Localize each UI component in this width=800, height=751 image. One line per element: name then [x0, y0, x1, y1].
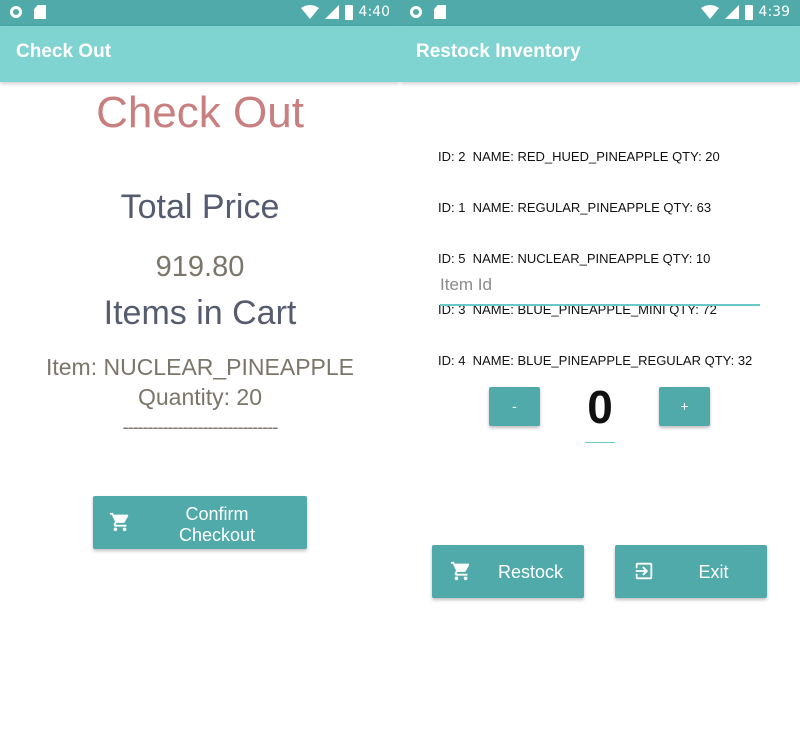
- app-bar-title: Restock Inventory: [416, 41, 581, 62]
- battery-icon: [744, 4, 753, 20]
- restock-label: Restock: [497, 562, 564, 582]
- checkout-screen: 4:40 Check Out Check Out Total Price 919…: [0, 0, 400, 751]
- exit-button[interactable]: Exit: [615, 545, 767, 598]
- items-in-cart-label: Items in Cart: [103, 294, 297, 332]
- inventory-item: ID: 2 NAME: RED_HUED_PINEAPPLE QTY: 20: [438, 149, 720, 164]
- status-bar: 4:39: [400, 0, 800, 26]
- cart-icon: [450, 561, 470, 581]
- app-bar: Restock Inventory: [400, 26, 800, 82]
- item-id-input[interactable]: [440, 266, 760, 306]
- cart-item-quantity: Quantity: 20: [137, 384, 263, 410]
- increment-label: +: [680, 398, 689, 414]
- inventory-item: ID: 4 NAME: BLUE_PINEAPPLE_REGULAR QTY: …: [438, 353, 753, 368]
- confirm-checkout-button[interactable]: Confirm Checkout: [93, 496, 307, 549]
- increment-button[interactable]: +: [659, 387, 710, 426]
- page-title: Check Out: [96, 88, 304, 137]
- inventory-item: ID: 5 NAME: NUCLEAR_PINEAPPLE QTY: 10: [438, 251, 711, 266]
- decrement-button[interactable]: -: [489, 387, 540, 426]
- signal-icon: [724, 5, 739, 19]
- cart-divider: -------------------------------: [122, 417, 279, 437]
- exit-icon: [635, 562, 653, 580]
- status-time: 4:40: [358, 4, 390, 20]
- app-bar: Check Out: [0, 26, 400, 82]
- status-time: 4:39: [758, 4, 790, 20]
- inventory-item: ID: 1 NAME: REGULAR_PINEAPPLE QTY: 63: [438, 200, 712, 215]
- total-price-value: 919.80: [155, 251, 245, 283]
- cart-item-name: Item: NUCLEAR_PINEAPPLE: [45, 354, 355, 380]
- total-price-label: Total Price: [120, 188, 280, 226]
- confirm-label-line1: Confirm: [185, 504, 249, 524]
- quantity-underline: [585, 442, 615, 443]
- notification-circle-icon: [410, 6, 422, 18]
- battery-icon: [344, 4, 353, 20]
- restock-screen: 4:39 Restock Inventory ID: 2 NAME: RED_H…: [400, 0, 800, 751]
- cart-icon: [109, 512, 129, 532]
- restock-button[interactable]: Restock: [432, 545, 584, 598]
- quantity-value[interactable]: 0: [570, 380, 630, 434]
- inventory-list: ID: 2 NAME: RED_HUED_PINEAPPLE QTY: 20 I…: [438, 114, 752, 403]
- decrement-label: -: [512, 398, 517, 414]
- exit-label: Exit: [698, 562, 729, 582]
- signal-icon: [324, 5, 339, 19]
- confirm-label-line2: Checkout: [178, 525, 256, 545]
- sd-card-icon: [34, 5, 46, 19]
- status-bar: 4:40: [0, 0, 400, 26]
- wifi-icon: [300, 5, 319, 19]
- sd-card-icon: [434, 5, 446, 19]
- app-bar-title: Check Out: [16, 41, 112, 62]
- wifi-icon: [700, 5, 719, 19]
- notification-circle-icon: [10, 6, 22, 18]
